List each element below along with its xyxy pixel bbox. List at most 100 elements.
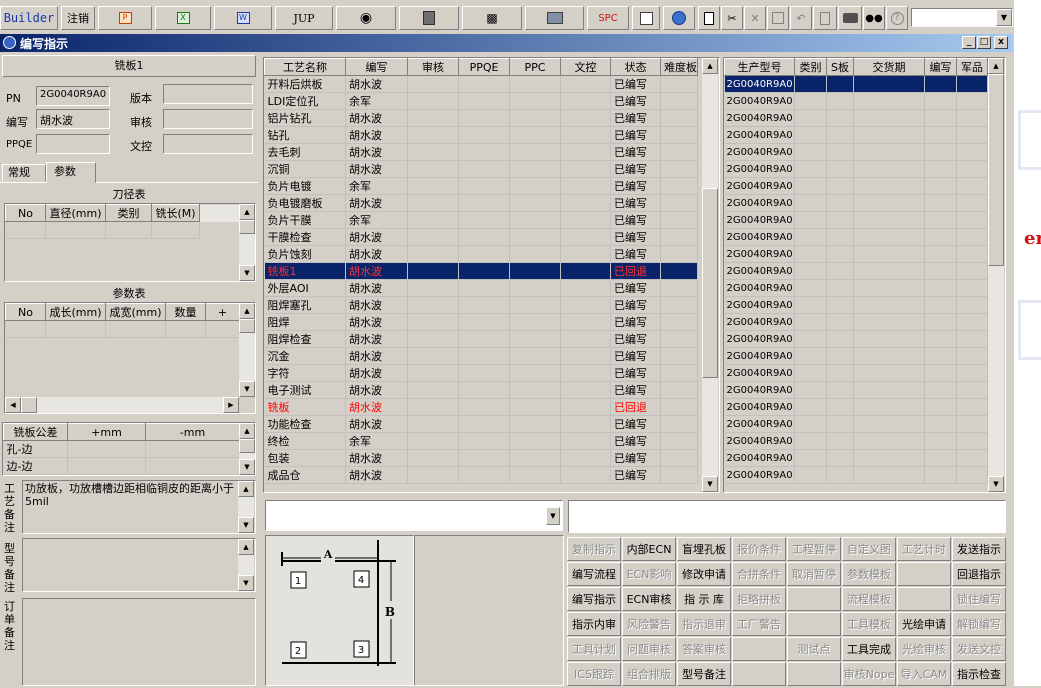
process-name-cell[interactable]: 钻孔 [264, 126, 346, 144]
save-button[interactable] [767, 6, 789, 30]
action-button[interactable]: 取消暂停 [787, 562, 841, 586]
process-row[interactable]: 包装 胡水波 已编写 [264, 449, 698, 467]
process-review-cell[interactable] [407, 245, 459, 263]
process-doc-cell[interactable] [560, 313, 611, 331]
process-doc-cell[interactable] [560, 92, 611, 110]
model-number-cell[interactable]: 2G0040R9A0 [724, 75, 795, 93]
action-button[interactable]: 工具计划 [567, 637, 621, 661]
model-cell[interactable] [794, 432, 827, 450]
process-status-cell[interactable]: 已编写 [610, 432, 661, 450]
process-doc-cell[interactable] [560, 398, 611, 416]
model-cell[interactable] [853, 330, 925, 348]
model-row[interactable]: 2G0040R9A0 [724, 109, 988, 127]
browser-button[interactable] [663, 6, 695, 30]
action-button[interactable]: 内部ECN [622, 537, 676, 561]
model-cell[interactable] [853, 211, 925, 229]
process-doc-cell[interactable] [560, 262, 611, 280]
model-number-cell[interactable]: 2G0040R9A0 [724, 415, 795, 433]
process-ppc-cell[interactable] [509, 432, 561, 450]
process-row[interactable]: 电子测试 胡水波 已编写 [264, 381, 698, 399]
action-button[interactable]: 工厂警告 [732, 612, 786, 636]
process-review-cell[interactable] [407, 262, 459, 280]
tool-table-scrollbar[interactable]: ▲ ▼ [239, 204, 255, 281]
process-ppqe-cell[interactable] [458, 415, 510, 433]
process-status-cell[interactable]: 已编写 [610, 143, 661, 161]
model-number-cell[interactable]: 2G0040R9A0 [724, 177, 795, 195]
process-ppc-cell[interactable] [509, 415, 561, 433]
model-note-scrollbar[interactable]: ▲ ▼ [238, 539, 254, 591]
process-difficulty-cell[interactable] [660, 177, 698, 195]
minimize-button[interactable]: _ [962, 36, 976, 49]
process-name-cell[interactable]: 铣板 [264, 398, 346, 416]
model-cell[interactable] [924, 449, 957, 467]
process-ppqe-cell[interactable] [458, 432, 510, 450]
process-writer-cell[interactable]: 胡水波 [345, 364, 408, 382]
process-status-cell[interactable]: 已编写 [610, 279, 661, 297]
process-review-cell[interactable] [407, 432, 459, 450]
process-status-cell[interactable]: 已编写 [610, 194, 661, 212]
model-cell[interactable] [826, 432, 854, 450]
process-difficulty-cell[interactable] [660, 194, 698, 212]
model-cell[interactable] [956, 228, 988, 246]
model-cell[interactable] [853, 415, 925, 433]
maximize-button[interactable]: □ [977, 36, 991, 49]
action-button[interactable]: 合拼条件 [732, 562, 786, 586]
database-button[interactable] [399, 6, 459, 30]
process-row[interactable]: 铝片钻孔 胡水波 已编写 [264, 109, 698, 127]
process-doc-cell[interactable] [560, 449, 611, 467]
model-row[interactable]: 2G0040R9A0 [724, 313, 988, 331]
process-doc-cell[interactable] [560, 296, 611, 314]
process-col[interactable]: 文控 [560, 58, 611, 76]
model-cell[interactable] [924, 211, 957, 229]
order-note[interactable] [22, 598, 256, 686]
model-cell[interactable] [956, 177, 988, 195]
process-writer-cell[interactable]: 余军 [345, 211, 408, 229]
model-cell[interactable] [924, 92, 957, 110]
model-number-cell[interactable]: 2G0040R9A0 [724, 296, 795, 314]
process-status-cell[interactable]: 已编写 [610, 109, 661, 127]
toolbar-combo[interactable]: ▼ [911, 8, 1013, 27]
process-review-cell[interactable] [407, 177, 459, 195]
model-row[interactable]: 2G0040R9A0 [724, 126, 988, 144]
process-name-cell[interactable]: 阻焊检查 [264, 330, 346, 348]
model-row[interactable]: 2G0040R9A0 [724, 415, 988, 433]
process-name-cell[interactable]: 功能检查 [264, 415, 346, 433]
process-row[interactable]: 铣板 胡水波 已回退 [264, 398, 698, 416]
process-status-cell[interactable]: 已编写 [610, 177, 661, 195]
model-cell[interactable] [853, 347, 925, 365]
model-cell[interactable] [853, 381, 925, 399]
model-cell[interactable] [794, 364, 827, 382]
doc-control-field[interactable] [163, 134, 253, 154]
process-review-cell[interactable] [407, 398, 459, 416]
process-row[interactable]: 开料后烘板 胡水波 已编写 [264, 75, 698, 93]
builder-button[interactable]: Builder [0, 6, 58, 30]
model-number-cell[interactable]: 2G0040R9A0 [724, 398, 795, 416]
param-add-column[interactable]: + [205, 303, 240, 321]
action-button[interactable]: 编写流程 [567, 562, 621, 586]
process-ppc-cell[interactable] [509, 126, 561, 144]
process-ppc-cell[interactable] [509, 398, 561, 416]
help-button[interactable]: ? [886, 6, 908, 30]
model-cell[interactable] [853, 364, 925, 382]
model-cell[interactable] [956, 449, 988, 467]
model-cell[interactable] [956, 92, 988, 110]
process-doc-cell[interactable] [560, 177, 611, 195]
process-row[interactable]: 功能检查 胡水波 已编写 [264, 415, 698, 433]
process-status-cell[interactable]: 已编写 [610, 211, 661, 229]
model-cell[interactable] [826, 262, 854, 280]
model-cell[interactable] [794, 211, 827, 229]
process-name-cell[interactable]: 字符 [264, 364, 346, 382]
process-row[interactable]: 沉金 胡水波 已编写 [264, 347, 698, 365]
network-button[interactable]: ▩ [462, 6, 522, 30]
model-cell[interactable] [826, 347, 854, 365]
model-cell[interactable] [853, 177, 925, 195]
process-difficulty-cell[interactable] [660, 449, 698, 467]
process-ppqe-cell[interactable] [458, 160, 510, 178]
process-difficulty-cell[interactable] [660, 279, 698, 297]
process-ppqe-cell[interactable] [458, 211, 510, 229]
find-button[interactable]: ●● [863, 6, 885, 30]
process-writer-cell[interactable]: 余军 [345, 92, 408, 110]
process-name-cell[interactable]: 去毛刺 [264, 143, 346, 161]
process-ppqe-cell[interactable] [458, 466, 510, 484]
process-doc-cell[interactable] [560, 415, 611, 433]
